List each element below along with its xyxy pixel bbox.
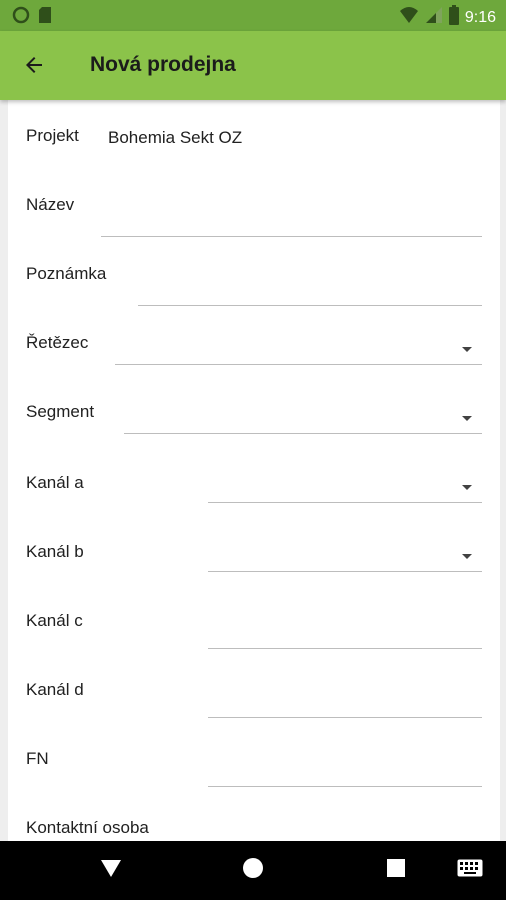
dropdown-arrow-icon xyxy=(462,485,472,490)
nav-recents-button[interactable] xyxy=(366,841,426,900)
status-time: 9:16 xyxy=(464,8,496,26)
kanal-b-label: Kanál b xyxy=(26,542,84,561)
retezec-label: Řetězec xyxy=(26,333,89,352)
arrow-back-icon xyxy=(22,53,46,82)
row-kanal-c: Kanál c xyxy=(8,606,500,666)
projekt-label: Projekt xyxy=(26,126,79,145)
kontaktni-osoba-label: Kontaktní osoba xyxy=(26,818,149,837)
retezec-dropdown[interactable] xyxy=(115,334,482,365)
kanal-b-dropdown[interactable] xyxy=(208,541,482,572)
row-kanal-d: Kanál d xyxy=(8,675,500,735)
keyboard-icon xyxy=(457,859,483,882)
battery-icon xyxy=(448,5,459,30)
kanal-d-input[interactable] xyxy=(208,687,482,718)
dropdown-arrow-icon xyxy=(462,554,472,559)
back-triangle-icon xyxy=(100,858,122,883)
kanal-a-dropdown[interactable] xyxy=(208,472,482,503)
row-segment: Segment xyxy=(8,399,500,459)
nav-home-button[interactable] xyxy=(223,841,283,900)
page-title: Nová prodejna xyxy=(90,53,236,76)
nav-keyboard-button[interactable] xyxy=(440,841,500,900)
form-card: Projekt Bohemia Sekt OZ Název Poznámka Ř… xyxy=(8,100,500,841)
nazev-label: Název xyxy=(26,195,75,214)
circle-notification-icon xyxy=(12,6,30,29)
recents-square-icon xyxy=(386,858,406,883)
row-retezec: Řetězec xyxy=(8,330,500,390)
dropdown-arrow-icon xyxy=(462,347,472,352)
status-bar: 9:16 xyxy=(0,0,506,31)
kanal-a-label: Kanál a xyxy=(26,473,84,492)
home-circle-icon xyxy=(242,857,264,884)
app-bar: Nová prodejna xyxy=(0,31,506,100)
nav-back-button[interactable] xyxy=(81,841,141,900)
row-kontaktni-osoba: Kontaktní osoba xyxy=(8,813,500,841)
row-fn: FN xyxy=(8,744,500,804)
navigation-bar xyxy=(0,841,506,900)
wifi-icon xyxy=(399,6,419,29)
nazev-input[interactable] xyxy=(101,206,482,237)
sd-card-icon xyxy=(38,6,52,29)
signal-icon xyxy=(425,6,443,29)
segment-dropdown[interactable] xyxy=(124,403,482,434)
kanal-d-label: Kanál d xyxy=(26,680,84,699)
segment-label: Segment xyxy=(26,402,95,421)
kanal-c-input[interactable] xyxy=(208,618,482,649)
fn-label: FN xyxy=(26,749,49,768)
poznamka-label: Poznámka xyxy=(26,264,107,283)
projekt-value: Bohemia Sekt OZ xyxy=(108,128,243,147)
fn-input[interactable] xyxy=(208,756,482,787)
poznamka-input[interactable] xyxy=(138,275,482,306)
row-kanal-b: Kanál b xyxy=(8,537,500,597)
row-kanal-a: Kanál a xyxy=(8,468,500,528)
row-nazev: Název xyxy=(8,192,500,252)
row-poznamka: Poznámka xyxy=(8,261,500,321)
dropdown-arrow-icon xyxy=(462,416,472,421)
kanal-c-label: Kanál c xyxy=(26,611,83,630)
row-projekt: Projekt Bohemia Sekt OZ xyxy=(8,122,500,182)
back-button[interactable] xyxy=(14,47,54,87)
